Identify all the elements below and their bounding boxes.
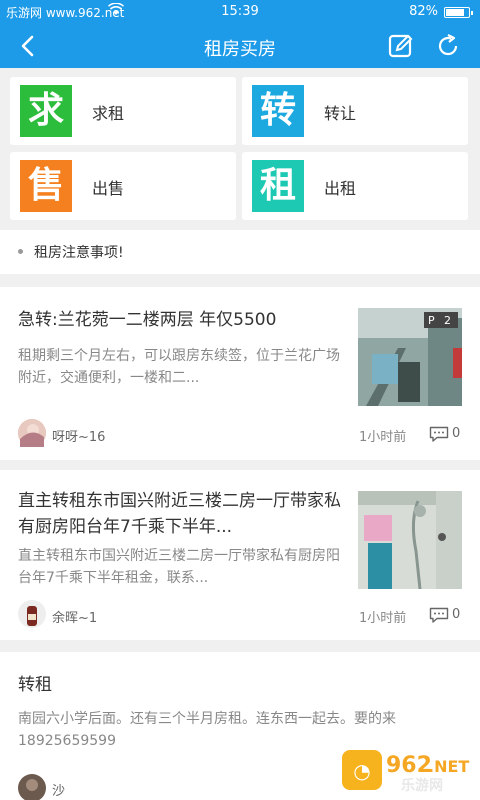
battery-percent: 82% (409, 4, 438, 19)
tile-zhuanrang[interactable]: 转 转让 (242, 77, 468, 145)
svg-text:◔: ◔ (353, 759, 370, 783)
comment-count: 0 (452, 607, 461, 622)
zhuanrang-icon: 转 (252, 85, 304, 137)
nav-bar: 租房买房 (0, 24, 480, 68)
category-grid: 求 求租 转 转让 售 出售 租 出租 (0, 68, 480, 228)
post-card[interactable]: 急转:兰花菀一二楼两层 年仅5500 租期剩三个月左右，可以跟房东续签，位于兰花… (0, 287, 480, 460)
tile-label: 出售 (92, 179, 125, 198)
qiuzu-icon: 求 (20, 85, 72, 137)
notice-row[interactable]: 租房注意事项! (0, 230, 480, 274)
post-time: 1小时前 (359, 611, 407, 626)
post-thumbnail (358, 491, 462, 589)
refresh-icon[interactable] (434, 32, 462, 60)
post-author: 呀呀~16 (52, 430, 106, 445)
comment-count: 0 (452, 426, 461, 441)
post-author: 余晖~1 (52, 611, 98, 626)
chushou-icon: 售 (20, 160, 72, 212)
post-author: 沙 (52, 784, 66, 799)
post-thumbnail: P 2 (358, 308, 462, 406)
post-desc: 租期剩三个月左右，可以跟房东续签，位于兰花广场附近，交通便利，一楼和二... (18, 348, 340, 386)
avatar[interactable] (18, 774, 46, 800)
tile-qiuzu[interactable]: 求 求租 (10, 77, 236, 145)
edit-icon[interactable] (387, 32, 415, 60)
clock: 15:39 (221, 4, 259, 19)
svg-text:乐游网: 乐游网 (401, 777, 443, 794)
battery-icon (444, 7, 473, 18)
bullet-icon (18, 249, 23, 254)
tile-label: 求租 (92, 104, 125, 123)
svg-text:.NET: .NET (428, 757, 469, 776)
comment-icon (429, 426, 449, 442)
status-bar: 乐游网 www.962.net 15:39 82% (0, 0, 480, 24)
battery-fill (446, 9, 465, 16)
post-title: 直主转租东市国兴附近三楼二房一厅带家私 有厨房阳台年7千乘下半年... (18, 491, 341, 537)
tile-label: 出租 (324, 179, 357, 198)
post-title: 急转:兰花菀一二楼两层 年仅5500 (18, 310, 277, 330)
comment-icon (429, 607, 449, 623)
avatar[interactable] (18, 419, 46, 447)
svg-text:962: 962 (386, 753, 432, 778)
notice-text: 租房注意事项! (34, 245, 124, 261)
post-desc: 南园六小学后面。还有三个半月房租。连东西一起去。要的来18925659599 (18, 711, 396, 749)
post-desc: 直主转租东市国兴附近三楼二房一厅带家私有厨房阳台年7千乘下半年租金，联系... (18, 548, 340, 586)
tile-chuzu[interactable]: 租 出租 (242, 152, 468, 220)
tile-chushou[interactable]: 售 出售 (10, 152, 236, 220)
chuzu-icon: 租 (252, 160, 304, 212)
tile-label: 转让 (324, 104, 357, 123)
post-time: 1小时前 (359, 430, 407, 445)
post-title: 转租 (18, 675, 52, 695)
post-card[interactable]: 直主转租东市国兴附近三楼二房一厅带家私 有厨房阳台年7千乘下半年... 直主转租… (0, 470, 480, 640)
photo-count-badge: 2 (444, 314, 451, 327)
watermark-logo: ◔ 962 .NET 乐游网 (342, 748, 474, 794)
avatar[interactable] (18, 600, 46, 628)
svg-text:P: P (428, 314, 435, 327)
